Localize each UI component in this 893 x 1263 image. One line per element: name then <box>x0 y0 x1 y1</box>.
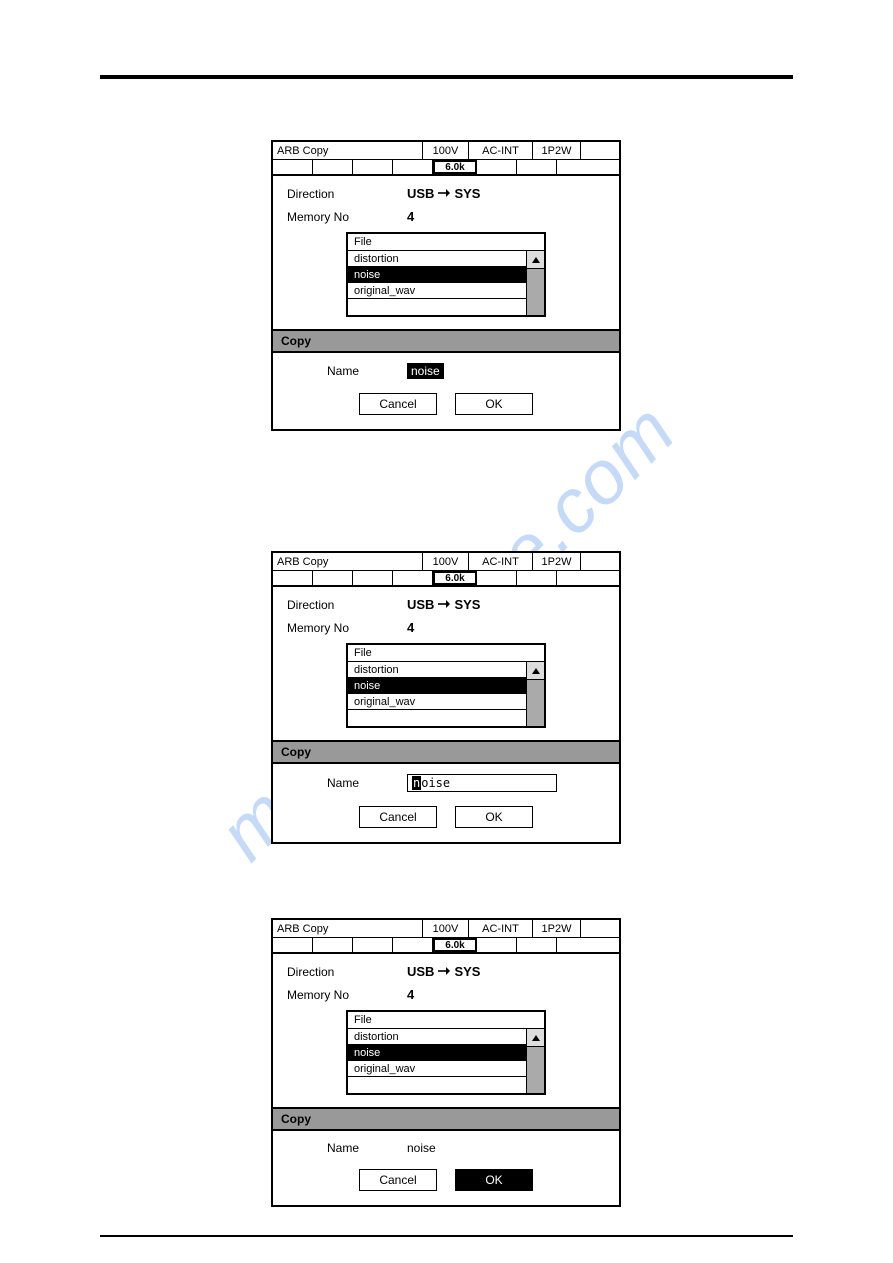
page-top-rule <box>100 75 793 79</box>
direction-label: Direction <box>287 598 407 612</box>
ok-button[interactable]: OK <box>455 806 533 828</box>
name-label: Name <box>327 776 377 790</box>
list-item[interactable]: distortion <box>348 662 526 678</box>
scroll-track[interactable] <box>527 680 544 726</box>
voltage-indicator: 100V <box>423 920 469 937</box>
title-bar: ARB Copy 100V AC-INT 1P2W <box>273 553 619 571</box>
memory-no-label: Memory No <box>287 621 407 635</box>
direction-value[interactable]: USB SYS <box>407 964 480 979</box>
parameter-block: Direction USB SYS Memory No 4 File disto… <box>273 587 619 734</box>
name-label: Name <box>327 364 377 378</box>
wiring-indicator: 1P2W <box>533 142 581 159</box>
name-field[interactable]: noise <box>407 1141 436 1155</box>
title-spacer <box>581 553 619 570</box>
memory-no-value[interactable]: 4 <box>407 620 414 635</box>
list-item[interactable]: original_wav <box>348 283 526 299</box>
arrow-right-icon <box>438 964 450 979</box>
status-bar: 6.0k <box>273 938 619 954</box>
file-list-header: File <box>348 645 544 662</box>
mode-indicator: AC-INT <box>469 142 533 159</box>
list-item[interactable]: distortion <box>348 251 526 267</box>
wiring-indicator: 1P2W <box>533 920 581 937</box>
text-cursor: n <box>412 776 421 790</box>
wiring-indicator: 1P2W <box>533 553 581 570</box>
copy-section-header: Copy <box>273 740 619 764</box>
cancel-button[interactable]: Cancel <box>359 393 437 415</box>
cancel-button[interactable]: Cancel <box>359 1169 437 1191</box>
list-item[interactable]: noise <box>348 678 526 694</box>
name-field[interactable]: noise <box>407 363 444 379</box>
name-field[interactable]: noise <box>407 774 557 792</box>
title-spacer <box>581 920 619 937</box>
memory-no-label: Memory No <box>287 988 407 1002</box>
copy-section-header: Copy <box>273 329 619 353</box>
file-list[interactable]: File distortion noise original_wav <box>346 1010 546 1095</box>
direction-value[interactable]: USB SYS <box>407 186 480 201</box>
arrow-right-icon <box>438 597 450 612</box>
scrollbar[interactable] <box>526 662 544 726</box>
freq-indicator: 6.0k <box>433 571 477 585</box>
status-bar: 6.0k <box>273 160 619 176</box>
title-spacer <box>581 142 619 159</box>
title-bar: ARB Copy 100V AC-INT 1P2W <box>273 920 619 938</box>
scroll-up-icon[interactable] <box>527 1029 544 1047</box>
list-item[interactable]: original_wav <box>348 694 526 710</box>
scroll-track[interactable] <box>527 1047 544 1093</box>
copy-section-header: Copy <box>273 1107 619 1131</box>
mode-indicator: AC-INT <box>469 920 533 937</box>
memory-no-value[interactable]: 4 <box>407 987 414 1002</box>
list-item[interactable]: distortion <box>348 1029 526 1045</box>
direction-label: Direction <box>287 965 407 979</box>
file-list[interactable]: File distortion noise original_wav <box>346 643 546 728</box>
memory-no-value[interactable]: 4 <box>407 209 414 224</box>
memory-no-label: Memory No <box>287 210 407 224</box>
page-bottom-rule <box>100 1235 793 1237</box>
freq-indicator: 6.0k <box>433 160 477 174</box>
list-item[interactable] <box>348 1077 526 1093</box>
file-list[interactable]: File distortion noise original_wav <box>346 232 546 317</box>
list-item[interactable]: noise <box>348 267 526 283</box>
ok-button[interactable]: OK <box>455 393 533 415</box>
file-list-header: File <box>348 234 544 251</box>
list-item[interactable] <box>348 710 526 726</box>
cancel-button[interactable]: Cancel <box>359 806 437 828</box>
arrow-right-icon <box>438 186 450 201</box>
status-bar: 6.0k <box>273 571 619 587</box>
mode-indicator: AC-INT <box>469 553 533 570</box>
direction-value[interactable]: USB SYS <box>407 597 480 612</box>
window-title: ARB Copy <box>273 553 423 570</box>
file-list-header: File <box>348 1012 544 1029</box>
window-title: ARB Copy <box>273 920 423 937</box>
freq-indicator: 6.0k <box>433 938 477 952</box>
arb-copy-panel-2: ARB Copy 100V AC-INT 1P2W 6.0k Direction… <box>271 551 621 844</box>
arb-copy-panel-3: ARB Copy 100V AC-INT 1P2W 6.0k Direction… <box>271 918 621 1207</box>
title-bar: ARB Copy 100V AC-INT 1P2W <box>273 142 619 160</box>
scroll-up-icon[interactable] <box>527 251 544 269</box>
direction-label: Direction <box>287 187 407 201</box>
name-label: Name <box>327 1141 377 1155</box>
window-title: ARB Copy <box>273 142 423 159</box>
voltage-indicator: 100V <box>423 142 469 159</box>
scrollbar[interactable] <box>526 251 544 315</box>
list-item[interactable] <box>348 299 526 315</box>
parameter-block: Direction USB SYS Memory No 4 File disto… <box>273 176 619 323</box>
voltage-indicator: 100V <box>423 553 469 570</box>
parameter-block: Direction USB SYS Memory No 4 File disto… <box>273 954 619 1101</box>
scroll-up-icon[interactable] <box>527 662 544 680</box>
list-item[interactable]: original_wav <box>348 1061 526 1077</box>
list-item[interactable]: noise <box>348 1045 526 1061</box>
scroll-track[interactable] <box>527 269 544 315</box>
ok-button[interactable]: OK <box>455 1169 533 1191</box>
arb-copy-panel-1: ARB Copy 100V AC-INT 1P2W 6.0k Direction… <box>271 140 621 431</box>
scrollbar[interactable] <box>526 1029 544 1093</box>
